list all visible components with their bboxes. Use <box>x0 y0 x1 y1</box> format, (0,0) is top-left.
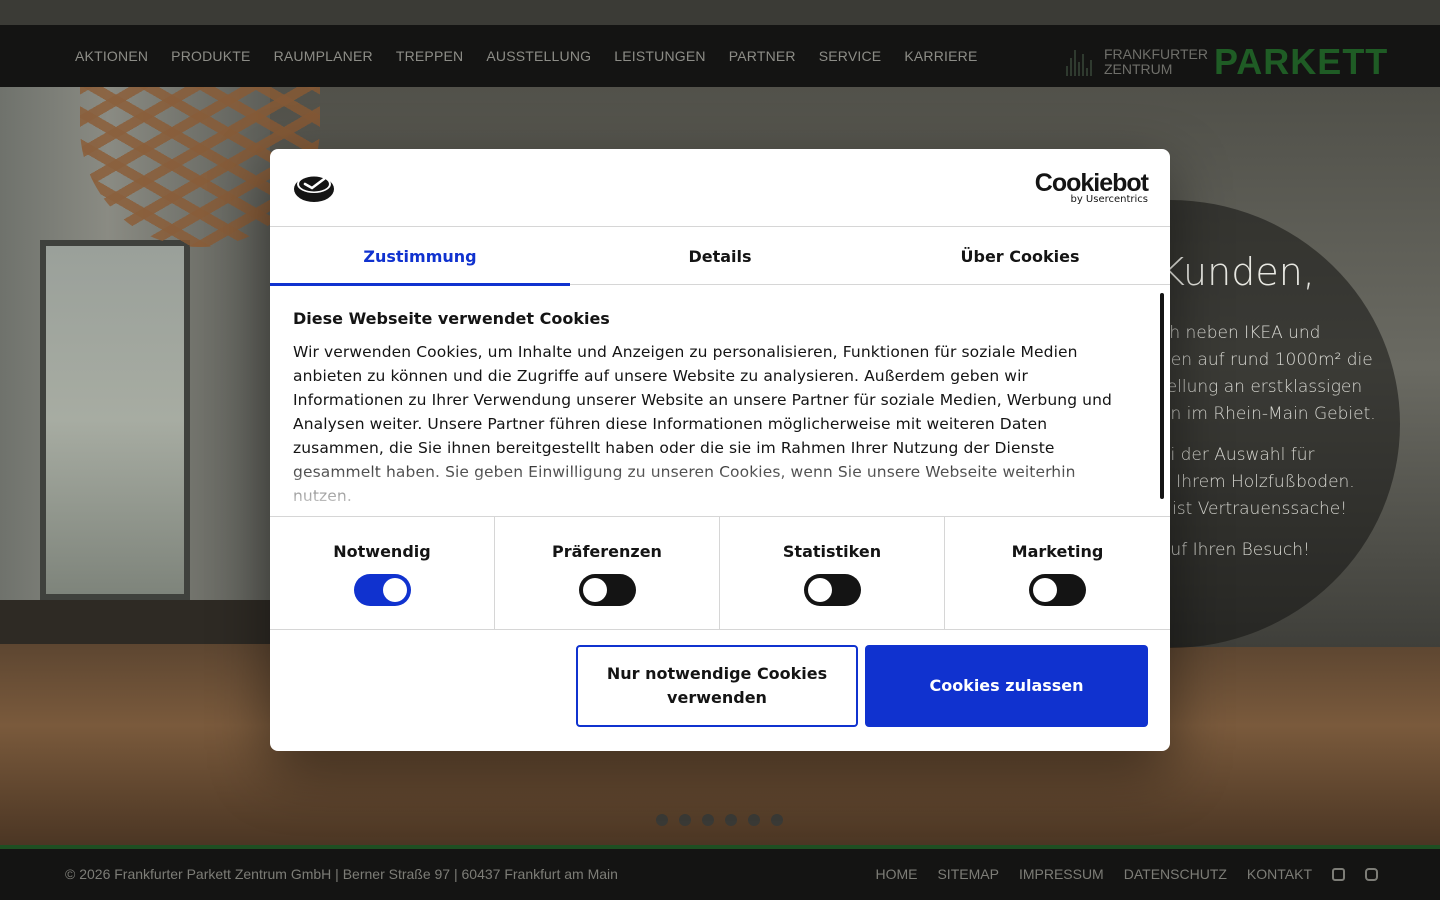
allow-cookies-button[interactable]: Cookies zulassen <box>865 645 1148 727</box>
toggle-group-praeferenzen: Präferenzen <box>495 517 720 630</box>
dialog-scrollbar[interactable] <box>1160 293 1164 499</box>
toggle-knob <box>807 578 832 602</box>
toggle-label: Statistiken <box>782 542 882 561</box>
cookiebot-wordmark: Cookiebot <box>1034 169 1149 197</box>
toggle-statistiken[interactable] <box>803 574 861 606</box>
cookie-consent-dialog: Cookiebot by Usercentrics Zustimmung Det… <box>270 149 1170 751</box>
toggle-label: Präferenzen <box>552 542 662 561</box>
necessary-cookies-button[interactable]: Nur notwendige Cookies verwenden <box>576 645 858 727</box>
dialog-actions: Nur notwendige Cookies verwenden Cookies… <box>270 630 1170 750</box>
toggle-label: Marketing <box>1011 542 1104 561</box>
dialog-tabs: Zustimmung Details Über Cookies <box>270 227 1170 286</box>
cookiebot-mark-icon <box>294 175 334 202</box>
dialog-body: Diese Webseite verwendet Cookies Wir ver… <box>270 285 1170 516</box>
tab-details[interactable]: Details <box>570 227 870 285</box>
toggle-praeferenzen[interactable] <box>578 574 636 606</box>
cookiebot-logo[interactable]: Cookiebot by Usercentrics <box>1034 169 1149 206</box>
toggle-marketing[interactable] <box>1029 574 1086 606</box>
toggle-knob <box>582 578 607 602</box>
dialog-header: Cookiebot by Usercentrics <box>270 149 1170 227</box>
dialog-heading: Diese Webseite verwendet Cookies <box>293 309 610 328</box>
toggle-knob <box>1033 578 1057 602</box>
toggle-group-notwendig: Notwendig <box>270 517 495 630</box>
toggle-notwendig[interactable] <box>353 574 411 606</box>
consent-toggles: Notwendig Präferenzen Statistiken Market… <box>270 516 1170 630</box>
tab-zustimmung[interactable]: Zustimmung <box>270 227 570 286</box>
toggle-label: Notwendig <box>333 542 431 561</box>
text-fade <box>270 456 1170 516</box>
tab-ueber-cookies[interactable]: Über Cookies <box>870 227 1170 285</box>
toggle-knob <box>382 578 407 602</box>
toggle-group-statistiken: Statistiken <box>720 517 945 630</box>
toggle-group-marketing: Marketing <box>945 517 1170 630</box>
